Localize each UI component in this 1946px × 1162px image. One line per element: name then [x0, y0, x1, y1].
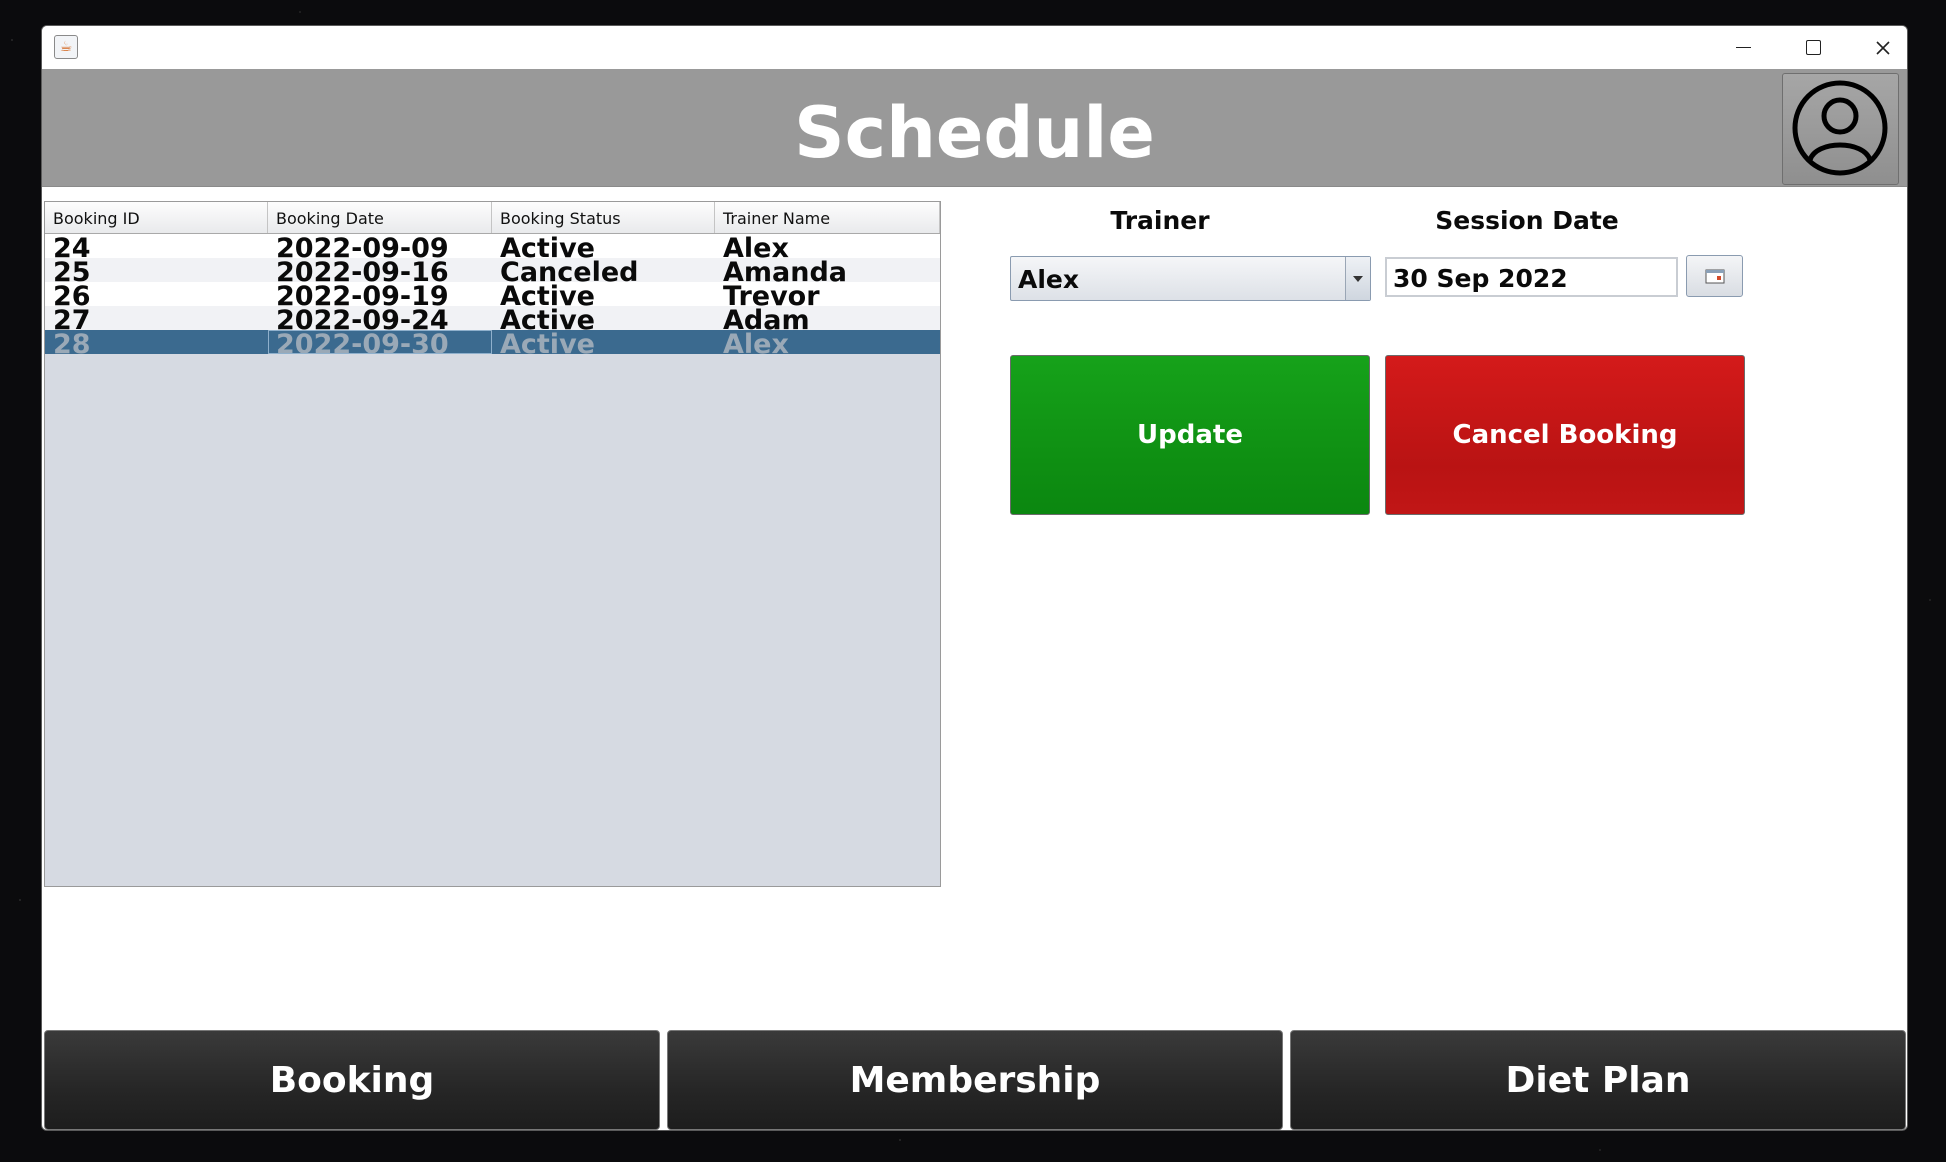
cell-booking-status: Active [500, 330, 595, 354]
cell-booking-date: 2022-09-19 [276, 282, 449, 306]
minimize-button[interactable] [1708, 26, 1778, 69]
table-row[interactable]: 24 2022-09-09 Active Alex [45, 234, 940, 258]
session-date-field[interactable]: 30 Sep 2022 [1385, 257, 1678, 297]
session-date-value: 30 Sep 2022 [1393, 264, 1568, 293]
trainer-label: Trainer [1110, 206, 1210, 235]
chevron-down-icon [1353, 275, 1363, 282]
column-header-booking-date[interactable]: Booking Date [268, 202, 492, 233]
table-row[interactable]: 27 2022-09-24 Active Adam [45, 306, 940, 330]
user-profile-icon [1792, 80, 1888, 176]
maximize-button[interactable] [1778, 26, 1848, 69]
nav-booking-button[interactable]: Booking [44, 1030, 660, 1130]
cell-trainer-name: Alex [723, 234, 789, 258]
cell-trainer-name: Alex [723, 330, 789, 354]
update-button[interactable]: Update [1010, 355, 1370, 515]
cell-booking-id: 25 [53, 258, 91, 282]
cell-booking-date: 2022-09-16 [276, 258, 449, 282]
cell-trainer-name: Adam [723, 306, 810, 330]
column-header-booking-status[interactable]: Booking Status [492, 202, 715, 233]
nav-membership-button[interactable]: Membership [667, 1030, 1283, 1130]
page-title: Schedule [794, 92, 1155, 174]
cell-booking-status: Canceled [500, 258, 639, 282]
session-date-label: Session Date [1435, 206, 1619, 235]
trainer-select-value: Alex [1018, 265, 1079, 294]
cell-booking-status: Active [500, 234, 595, 258]
cell-trainer-name: Amanda [723, 258, 848, 282]
app-window: ☕ Schedule Booking ID Booking Date Booki… [41, 25, 1908, 1131]
title-bar: ☕ [42, 26, 1907, 69]
bookings-table[interactable]: Booking ID Booking Date Booking Status T… [44, 201, 941, 887]
nav-diet-plan-button[interactable]: Diet Plan [1290, 1030, 1906, 1130]
cell-booking-id: 27 [53, 306, 91, 330]
minimize-icon [1735, 47, 1751, 48]
cell-booking-status: Active [500, 306, 595, 330]
page-header: Schedule [42, 69, 1907, 187]
calendar-icon [1705, 269, 1724, 284]
cell-booking-status: Active [500, 282, 595, 306]
trainer-select[interactable]: Alex [1010, 256, 1371, 301]
dropdown-arrow-button[interactable] [1345, 257, 1370, 300]
column-header-booking-id[interactable]: Booking ID [45, 202, 268, 233]
cell-trainer-name: Trevor [723, 282, 820, 306]
cell-booking-date: 2022-09-24 [276, 306, 449, 330]
cell-booking-id: 26 [53, 282, 91, 306]
profile-button[interactable] [1782, 73, 1899, 185]
column-header-trainer-name[interactable]: Trainer Name [715, 202, 940, 233]
java-cup-icon: ☕ [54, 35, 78, 59]
cell-booking-id: 24 [53, 234, 91, 258]
close-button[interactable] [1848, 26, 1907, 69]
cell-booking-id: 28 [53, 330, 91, 354]
cell-booking-date: 2022-09-30 [268, 330, 492, 354]
table-row[interactable]: 26 2022-09-19 Active Trevor [45, 282, 940, 306]
calendar-button[interactable] [1686, 255, 1743, 297]
cell-booking-date: 2022-09-09 [276, 234, 449, 258]
maximize-icon [1805, 40, 1821, 55]
close-icon [1876, 40, 1890, 55]
table-header: Booking ID Booking Date Booking Status T… [45, 202, 940, 234]
table-row[interactable]: 25 2022-09-16 Canceled Amanda [45, 258, 940, 282]
cancel-booking-button[interactable]: Cancel Booking [1385, 355, 1745, 515]
table-row-selected[interactable]: 28 2022-09-30 Active Alex [45, 330, 940, 354]
